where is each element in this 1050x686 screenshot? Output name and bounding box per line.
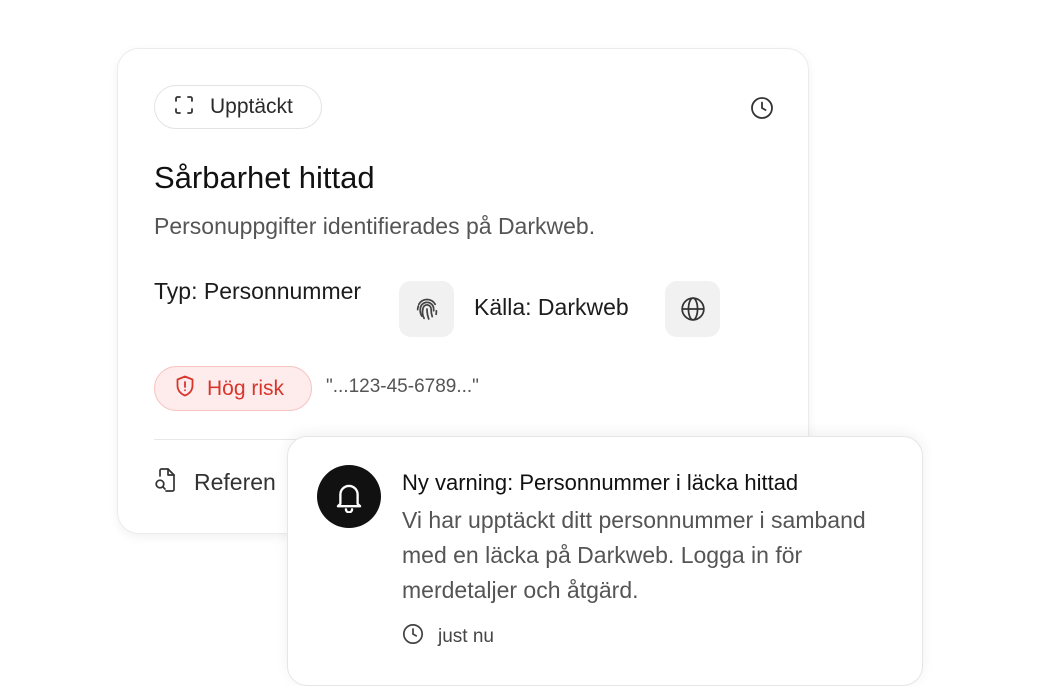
finding-type: Typ: Personnummer [154,278,362,304]
bell-icon [317,465,381,528]
scan-frame-icon [174,95,194,120]
clock-icon[interactable] [750,96,774,120]
notification-title: Ny varning: Personnummer i läcka hittad [402,470,799,495]
fingerprint-icon [399,281,454,337]
risk-label: Hög risk [207,376,285,400]
risk-badge: Hög risk [154,366,312,411]
finding-source: Källa: Darkweb [474,294,629,320]
reference-label: Referen [194,469,276,495]
finding-title: Sårbarhet hittad [154,160,375,195]
globe-icon [665,281,720,337]
document-search-icon [154,467,178,498]
clock-icon [402,623,424,650]
finding-description: Personuppgifter identifierades på Darkwe… [154,213,596,239]
notification-card[interactable]: Ny varning: Personnummer i läcka hittad … [287,436,923,686]
shield-alert-icon [175,375,195,402]
detection-chip-label: Upptäckt [210,95,293,118]
notification-time: just nu [402,623,494,650]
reference-link[interactable]: Referen [154,467,276,498]
data-snippet: "...123-45-6789..." [326,376,479,397]
notification-body: Vi har upptäckt ditt personnummer i samb… [402,507,866,603]
notification-time-label: just nu [438,625,494,647]
detection-chip[interactable]: Upptäckt [154,85,322,129]
